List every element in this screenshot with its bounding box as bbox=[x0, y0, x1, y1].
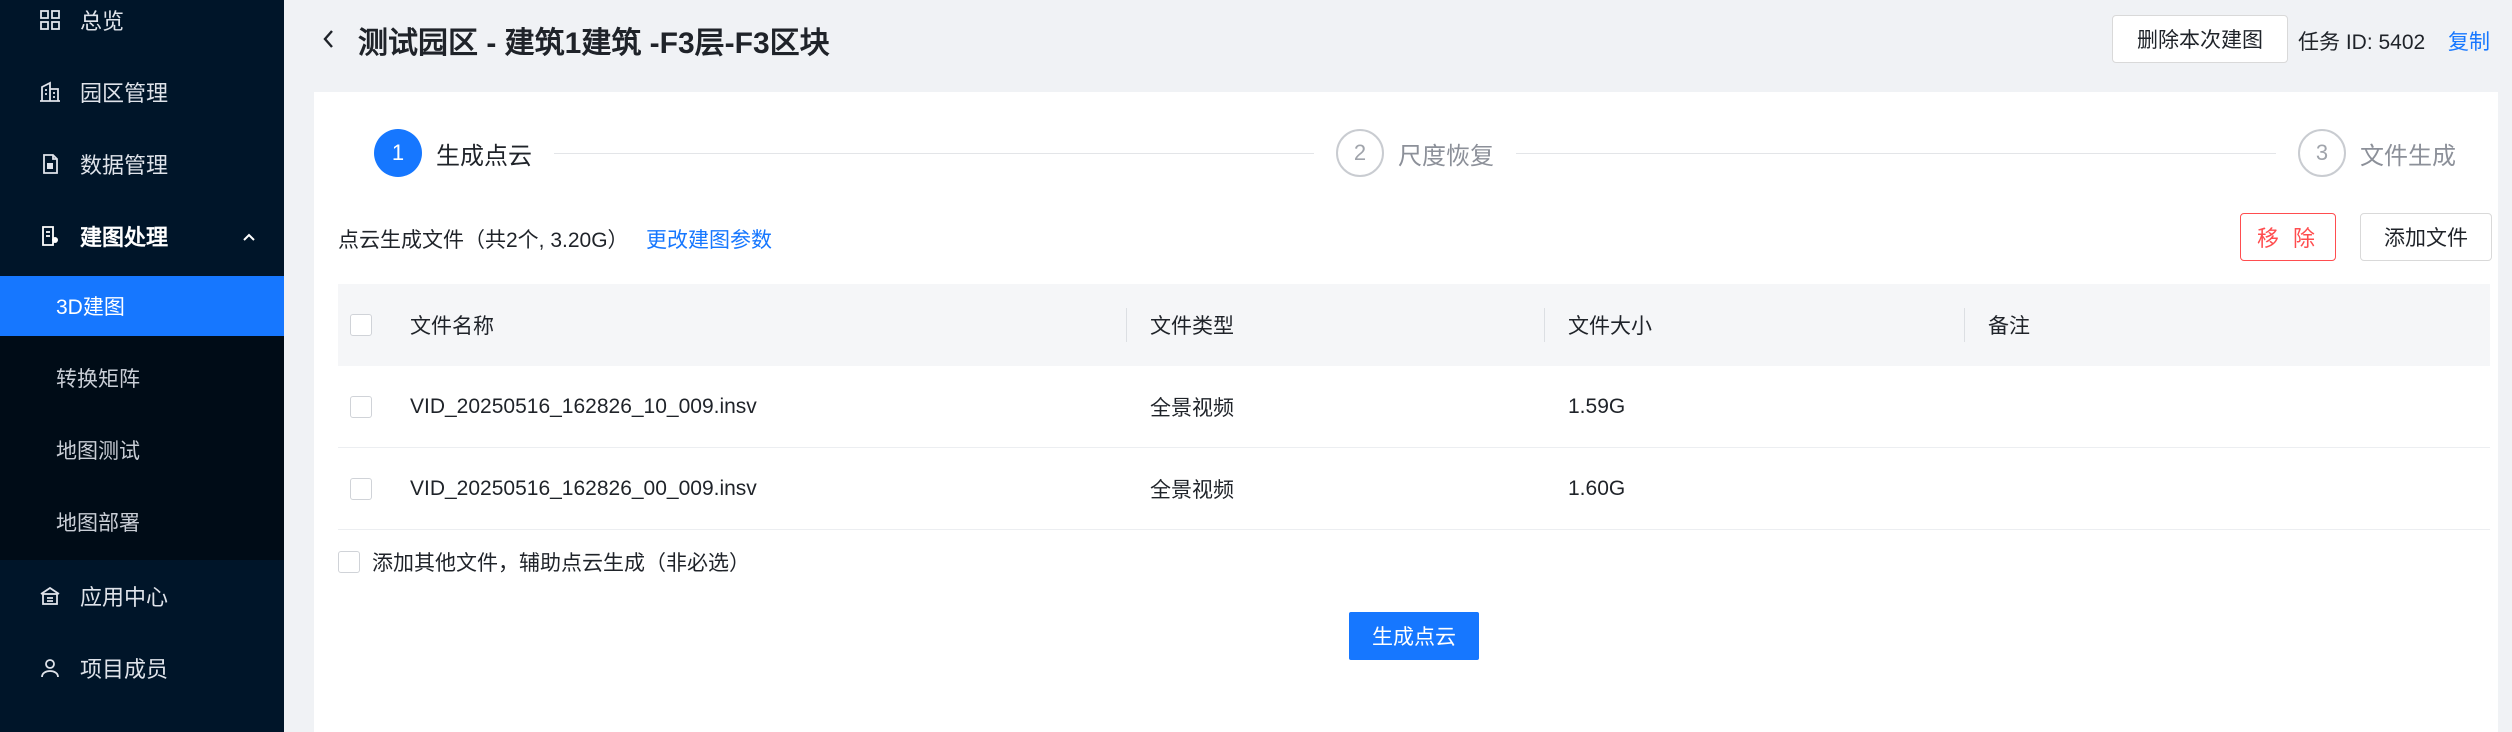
main-panel: 1 生成点云 2 尺度恢复 3 文件生成 点云生成文件（共2个, 3.20G） … bbox=[314, 92, 2498, 732]
sidebar-item-label: 项目成员 bbox=[80, 657, 169, 682]
edit-params-link[interactable]: 更改建图参数 bbox=[646, 224, 772, 254]
sidebar-item-map-processing[interactable]: 建图处理 bbox=[0, 200, 284, 272]
column-divider bbox=[1544, 308, 1545, 342]
extra-files-option[interactable]: 添加其他文件，辅助点云生成（非必选） bbox=[338, 548, 750, 576]
column-header-name: 文件名称 bbox=[410, 315, 494, 338]
file-size-cell: 1.59G bbox=[1568, 395, 1626, 418]
extra-files-checkbox[interactable] bbox=[338, 551, 360, 573]
sidebar-item-transform-matrix[interactable]: 转换矩阵 bbox=[0, 348, 284, 408]
sidebar-submenu: 3D建图 转换矩阵 地图测试 地图部署 bbox=[0, 276, 284, 560]
sidebar-item-label: 园区管理 bbox=[80, 81, 169, 106]
remove-button[interactable]: 移 除 bbox=[2240, 213, 2336, 261]
copy-task-id-link[interactable]: 复制 bbox=[2448, 26, 2490, 56]
table-row[interactable]: VID_20250516_162826_00_009.insv 全景视频 1.6… bbox=[338, 448, 2490, 530]
sidebar-item-label: 地图部署 bbox=[56, 512, 140, 535]
sidebar-item-label: 数据管理 bbox=[80, 153, 169, 178]
step-number: 1 bbox=[374, 129, 422, 177]
step-label: 生成点云 bbox=[436, 142, 532, 170]
column-header-note: 备注 bbox=[1988, 315, 2030, 338]
step-connector bbox=[554, 153, 1314, 154]
sidebar-item-3d-mapping[interactable]: 3D建图 bbox=[0, 276, 284, 336]
sidebar-item-park-management[interactable]: 园区管理 bbox=[0, 56, 284, 128]
app-center-icon bbox=[38, 584, 62, 608]
column-header-type: 文件类型 bbox=[1150, 315, 1234, 338]
file-table: 文件名称 文件类型 文件大小 备注 VID_20250516_162826_10… bbox=[338, 284, 2490, 530]
sidebar: 总览 园区管理 数据管理 建图处理 3D建图 转换矩阵 地图测试 地图部署 应用… bbox=[0, 0, 284, 732]
sidebar-item-label: 3D建图 bbox=[56, 296, 125, 319]
column-divider bbox=[1964, 308, 1965, 342]
select-all-checkbox[interactable] bbox=[350, 314, 372, 336]
sidebar-item-label: 转换矩阵 bbox=[56, 368, 140, 391]
sidebar-item-label: 应用中心 bbox=[80, 585, 169, 610]
column-divider bbox=[1126, 308, 1127, 342]
add-file-button[interactable]: 添加文件 bbox=[2360, 213, 2492, 261]
table-header: 文件名称 文件类型 文件大小 备注 bbox=[338, 284, 2490, 366]
file-name-cell: VID_20250516_162826_10_009.insv bbox=[410, 395, 757, 418]
step-file-generation: 3 文件生成 bbox=[2298, 128, 2456, 178]
sidebar-item-app-center[interactable]: 应用中心 bbox=[0, 560, 284, 632]
row-checkbox[interactable] bbox=[350, 478, 372, 500]
back-arrow-icon[interactable] bbox=[314, 24, 344, 54]
sidebar-item-overview[interactable]: 总览 bbox=[0, 0, 284, 56]
step-number: 2 bbox=[1336, 129, 1384, 177]
extra-files-label: 添加其他文件，辅助点云生成（非必选） bbox=[372, 552, 750, 575]
chevron-up-icon[interactable] bbox=[240, 226, 258, 244]
delete-mapping-button[interactable]: 删除本次建图 bbox=[2112, 15, 2288, 63]
row-checkbox[interactable] bbox=[350, 396, 372, 418]
generate-point-cloud-button[interactable]: 生成点云 bbox=[1349, 612, 1479, 660]
sidebar-item-label: 地图测试 bbox=[56, 440, 140, 463]
step-scale-recovery: 2 尺度恢复 bbox=[1336, 128, 1494, 178]
file-type-cell: 全景视频 bbox=[1150, 479, 1234, 502]
map-edit-icon bbox=[38, 224, 62, 248]
file-size-cell: 1.60G bbox=[1568, 477, 1626, 500]
step-generate-point-cloud: 1 生成点云 bbox=[374, 128, 532, 178]
table-row[interactable]: VID_20250516_162826_10_009.insv 全景视频 1.5… bbox=[338, 366, 2490, 448]
file-name-cell: VID_20250516_162826_00_009.insv bbox=[410, 477, 757, 500]
sidebar-item-project-members[interactable]: 项目成员 bbox=[0, 632, 284, 704]
sidebar-item-data-management[interactable]: 数据管理 bbox=[0, 128, 284, 200]
document-icon bbox=[38, 152, 62, 176]
task-id-label: 任务 ID: 5402 bbox=[2298, 31, 2426, 54]
file-type-cell: 全景视频 bbox=[1150, 397, 1234, 420]
user-icon bbox=[38, 656, 62, 680]
column-header-size: 文件大小 bbox=[1568, 315, 1652, 338]
step-connector bbox=[1516, 153, 2276, 154]
step-label: 尺度恢复 bbox=[1398, 142, 1494, 170]
sidebar-item-label: 建图处理 bbox=[80, 225, 169, 250]
step-label: 文件生成 bbox=[2360, 142, 2456, 170]
grid-icon bbox=[38, 8, 62, 32]
sidebar-item-map-test[interactable]: 地图测试 bbox=[0, 420, 284, 480]
page-header: 测试园区 - 建筑1建筑 -F3层-F3区块 删除本次建图 任务 ID: 540… bbox=[284, 0, 2512, 92]
sidebar-item-label: 总览 bbox=[80, 9, 125, 34]
file-summary: 点云生成文件（共2个, 3.20G） bbox=[338, 229, 629, 252]
step-number: 3 bbox=[2298, 129, 2346, 177]
page-title: 测试园区 - 建筑1建筑 -F3层-F3区块 bbox=[358, 27, 830, 60]
building-icon bbox=[38, 80, 62, 104]
sidebar-item-map-deploy[interactable]: 地图部署 bbox=[0, 492, 284, 552]
